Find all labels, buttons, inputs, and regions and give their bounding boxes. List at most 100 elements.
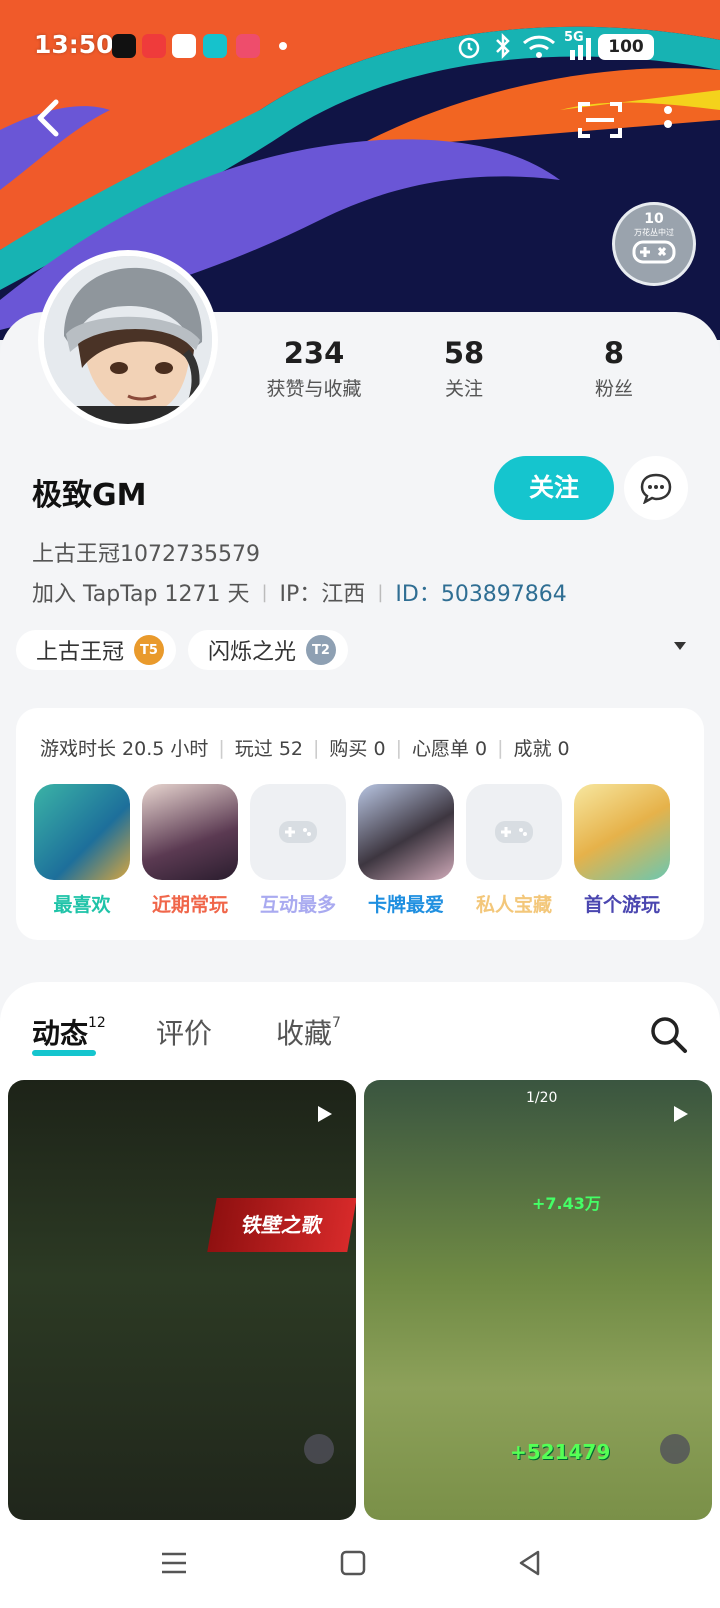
map-app-icon [172,34,196,58]
avatar[interactable] [38,250,218,430]
stat-fans-label: 粉丝 [594,378,633,400]
taptap-app-icon [203,34,227,58]
video-post[interactable]: 铁壁之歌 [8,1080,356,1520]
menu-icon[interactable] [160,1550,188,1576]
played-count[interactable]: 玩过 52 [235,734,303,761]
purchased-count[interactable]: 购买 0 [329,734,385,761]
game-tag[interactable]: 闪烁之光 T2 [188,630,348,670]
tab-collections-count: 7 [332,1014,341,1031]
game-icon [34,784,130,880]
play-icon [674,1106,688,1122]
user-name: 极致GM [32,478,147,513]
stat-following-value: 58 [443,336,485,370]
avatar-illustration [44,256,212,424]
chat-icon [640,473,672,504]
gamepad-icon [632,240,676,264]
stat-following-label: 关注 [444,378,483,400]
badge-title: 万花丛中过 [634,228,674,237]
games-card: 游戏时长 20.5 小时 | 玩过 52 | 购买 0 | 心愿单 0 | 成就 0 最… [16,708,704,940]
game-recent[interactable]: 近期常玩 [142,784,238,917]
more-notifications-dot [279,42,287,50]
game-tag-label: 上古王冠 [36,640,125,665]
video-counter: 1/20 [526,1090,558,1106]
game-placeholder [466,784,562,880]
wifi-icon [522,35,556,58]
stat-following[interactable]: 58 关注 [394,336,534,401]
game-label: 首个游玩 [583,894,660,916]
video-post[interactable]: 1/20 +7.43万 +521479 [364,1080,712,1520]
back-nav-icon[interactable] [518,1550,542,1576]
message-button[interactable] [624,456,688,520]
play-icon [318,1106,332,1122]
divider: | [395,736,402,759]
signal-icon [570,38,591,60]
game-first-played[interactable]: 首个游玩 [574,784,670,917]
battery-indicator: 100 [598,34,654,60]
tiktok-app-icon [112,34,136,58]
gamepad-icon [279,821,317,843]
stat-fans-value: 8 [603,336,625,370]
game-label: 私人宝藏 [475,894,552,916]
medal-icon: T2 [306,635,337,665]
medal-icon: T5 [134,635,165,665]
status-time: 13:50 [34,30,114,59]
back-icon[interactable] [30,96,70,140]
game-placeholder [250,784,346,880]
bluetooth-icon [496,32,510,60]
comment-icon [660,1434,690,1464]
video-damage-text: +521479 [510,1440,611,1464]
game-tag-label: 闪烁之光 [208,640,297,665]
game-icon [358,784,454,880]
stat-likes[interactable]: 234 获赞与收藏 [244,336,384,401]
tab-feed-count: 12 [88,1014,106,1031]
tab-collections[interactable]: 收藏7 [276,1012,341,1052]
user-signature: 上古王冠1072735579 [32,542,260,567]
scan-icon[interactable] [578,100,622,140]
system-navigation-bar [0,1520,720,1608]
stat-likes-value: 234 [283,336,345,370]
home-icon[interactable] [340,1550,366,1576]
divider: | [218,736,225,759]
tab-feed-label: 动态 [32,1017,89,1050]
game-stats: 游戏时长 20.5 小时 | 玩过 52 | 购买 0 | 心愿单 0 | 成就 0 [40,734,570,761]
user-meta: 加入 TapTap 1271 天 | IP：江西 | ID：503897864 [32,576,567,608]
expand-tags-icon[interactable] [674,642,686,650]
tab-reviews[interactable]: 评价 [156,1012,212,1052]
wishlist-count[interactable]: 心愿单 0 [412,734,487,761]
video-heal-text: +7.43万 [532,1194,601,1213]
user-id[interactable]: ID：503897864 [395,576,566,608]
game-card-favorite[interactable]: 卡牌最爱 [358,784,454,917]
more-icon[interactable] [660,102,676,138]
status-bar: 13:50 5G 100 [0,0,720,92]
achievement-count[interactable]: 成就 0 [514,734,570,761]
alarm-icon [458,37,480,59]
stat-fans[interactable]: 8 粉丝 [544,336,684,401]
game-label: 互动最多 [259,894,336,916]
divider: | [261,581,268,603]
player-level-badge[interactable]: 10 万花丛中过 [612,202,696,286]
divider: | [313,736,320,759]
music-app-icon [236,34,260,58]
tab-feed[interactable]: 动态12 [32,1012,106,1052]
game-treasure[interactable]: 私人宝藏 [466,784,562,917]
video-app-icon [142,34,166,58]
game-interactive[interactable]: 互动最多 [250,784,346,917]
tab-reviews-label: 评价 [156,1017,213,1050]
video-caption-overlay: 铁壁之歌 [207,1198,356,1252]
game-tag[interactable]: 上古王冠 T5 [16,630,176,670]
tab-collections-label: 收藏 [276,1017,333,1050]
follow-button[interactable]: 关注 [494,456,614,520]
search-icon[interactable] [648,1014,688,1054]
game-favorite[interactable]: 最喜欢 [34,784,130,917]
game-label: 近期常玩 [151,894,228,916]
game-label: 最喜欢 [53,894,111,916]
comment-icon [304,1434,334,1464]
ip-location: IP：江西 [279,582,366,607]
play-time[interactable]: 游戏时长 20.5 小时 [40,734,208,761]
divider: | [377,581,384,603]
badge-number: 10 [644,211,664,227]
game-icon [142,784,238,880]
game-icon [574,784,670,880]
game-label: 卡牌最爱 [367,894,444,916]
join-days: 加入 TapTap 1271 天 [32,582,250,607]
